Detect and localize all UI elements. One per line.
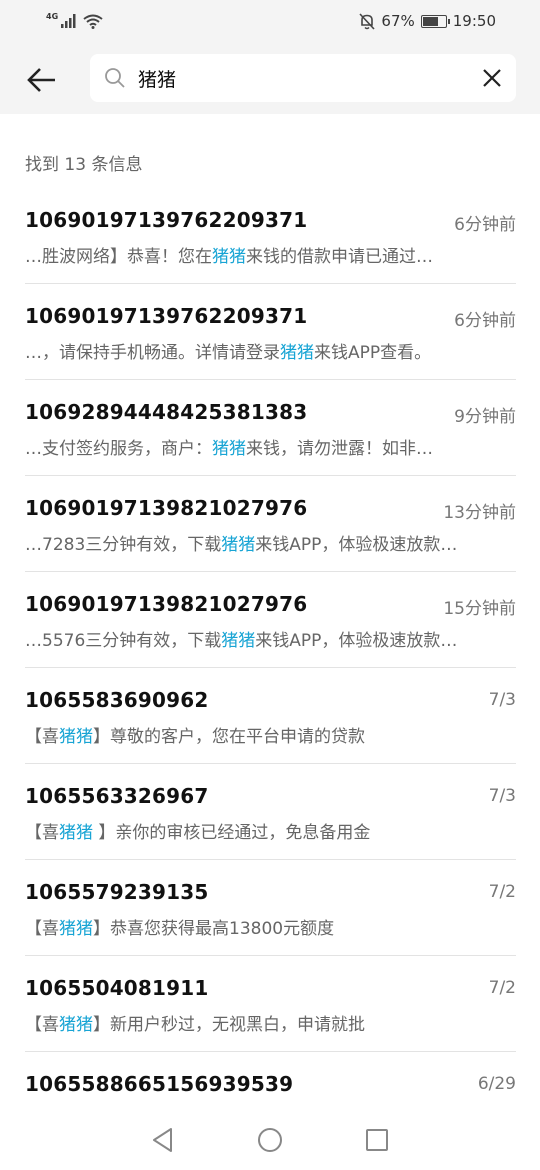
triangle-back-icon xyxy=(153,1128,173,1152)
list-item[interactable]: 1065504081911 7/2 【喜猪猪】新用户秒过，无视黑白，申请就批 xyxy=(25,956,516,1052)
list-item[interactable]: 1065583690962 7/3 【喜猪猪】尊敬的客户，您在平台申请的贷款 xyxy=(25,668,516,764)
signal-icon xyxy=(61,14,76,28)
sender-number: 1065579239135 xyxy=(25,880,209,904)
nav-back-button[interactable] xyxy=(148,1125,178,1155)
highlight-match: 猪猪 xyxy=(59,727,93,747)
battery-icon xyxy=(420,14,450,28)
message-time: 7/2 xyxy=(488,978,516,998)
status-right: 67% 19:50 xyxy=(359,12,496,30)
sender-number: 1065588665156939539 xyxy=(25,1072,294,1096)
message-preview: …胜波网络】恭喜！您在猪猪来钱的借款申请已通过… xyxy=(25,247,433,267)
message-time: 6分钟前 xyxy=(454,215,516,235)
list-item[interactable]: 1065579239135 7/2 【喜猪猪】恭喜您获得最高13800元额度 xyxy=(25,860,516,956)
message-time: 7/2 xyxy=(488,882,516,902)
message-time: 15分钟前 xyxy=(443,599,516,619)
navigation-bar xyxy=(0,1110,540,1170)
message-preview: …，请保持手机畅通。详情请登录猪猪来钱APP查看。 xyxy=(25,343,432,363)
nav-recent-button[interactable] xyxy=(362,1125,392,1155)
highlight-match: 猪猪 xyxy=(280,343,314,363)
arrow-left-icon xyxy=(27,68,55,92)
square-recent-icon xyxy=(365,1129,388,1151)
sender-number: 1065504081911 xyxy=(25,976,209,1000)
message-time: 7/3 xyxy=(488,786,516,806)
sender-number: 10690197139762209371 xyxy=(25,304,308,328)
message-time: 6/29 xyxy=(477,1074,516,1094)
result-count: 找到 13 条信息 xyxy=(25,155,143,175)
sender-number: 1065583690962 xyxy=(25,688,209,712)
message-preview: …7283三分钟有效，下载猪猪来钱APP，体验极速放款… xyxy=(25,535,458,555)
list-item[interactable]: 10690197139821027976 15分钟前 …5576三分钟有效，下载… xyxy=(25,572,516,668)
status-bar: 4G 67% 19:50 xyxy=(0,0,540,42)
sender-number: 1065563326967 xyxy=(25,784,209,808)
message-preview: …5576三分钟有效，下载猪猪来钱APP，体验极速放款… xyxy=(25,631,458,651)
nav-home-button[interactable] xyxy=(255,1125,285,1155)
circle-home-icon xyxy=(257,1128,282,1152)
list-item[interactable]: 10690197139821027976 13分钟前 …7283三分钟有效，下载… xyxy=(25,476,516,572)
message-preview: 【喜猪猪】尊敬的客户，您在平台申请的贷款 xyxy=(25,727,365,747)
message-preview: 【喜猪猪 】亲你的审核已经通过，免息备用金 xyxy=(25,823,371,843)
sender-number: 10690197139762209371 xyxy=(25,208,308,232)
message-time: 7/3 xyxy=(488,690,516,710)
highlight-match: 猪猪 xyxy=(59,823,93,843)
message-preview: 【喜猪猪】新用户秒过，无视黑白，申请就批 xyxy=(25,1015,365,1035)
highlight-match: 猪猪 xyxy=(221,535,256,555)
search-box[interactable] xyxy=(90,54,516,102)
search-header xyxy=(0,42,540,114)
sender-number: 10690197139821027976 xyxy=(25,496,308,520)
network-type: 4G xyxy=(46,11,59,21)
highlight-match: 猪猪 xyxy=(221,631,256,651)
message-preview: …支付签约服务，商户：猪猪来钱，请勿泄露！如非… xyxy=(25,439,433,459)
highlight-match: 猪猪 xyxy=(59,1015,93,1035)
highlight-match: 猪猪 xyxy=(212,247,246,267)
highlight-match: 猪猪 xyxy=(212,439,246,459)
message-time: 6分钟前 xyxy=(454,311,516,331)
wifi-icon xyxy=(83,14,103,29)
list-item[interactable]: 10690197139762209371 6分钟前 …，请保持手机畅通。详情请登… xyxy=(25,284,516,380)
message-time: 13分钟前 xyxy=(443,503,516,523)
sender-number: 10692894448425381383 xyxy=(25,400,308,424)
sender-number: 10690197139821027976 xyxy=(25,592,308,616)
list-item[interactable]: 10692894448425381383 9分钟前 …支付签约服务，商户：猪猪来… xyxy=(25,380,516,476)
search-input[interactable] xyxy=(138,62,458,94)
clock: 19:50 xyxy=(452,12,496,30)
message-preview: 【喜猪猪】恭喜您获得最高13800元额度 xyxy=(25,919,335,939)
back-button[interactable] xyxy=(22,60,62,100)
highlight-match: 猪猪 xyxy=(59,919,93,939)
search-icon xyxy=(105,68,125,88)
list-item[interactable]: 10690197139762209371 6分钟前 …胜波网络】恭喜！您在猪猪来… xyxy=(25,188,516,284)
battery-percent: 67% xyxy=(381,12,415,30)
message-time: 9分钟前 xyxy=(454,407,516,427)
close-icon[interactable] xyxy=(480,66,504,90)
message-list[interactable]: 10690197139762209371 6分钟前 …胜波网络】恭喜！您在猪猪来… xyxy=(25,188,516,1110)
list-item[interactable]: 1065563326967 7/3 【喜猪猪 】亲你的审核已经通过，免息备用金 xyxy=(25,764,516,860)
bell-muted-icon xyxy=(359,12,376,30)
status-left: 4G xyxy=(46,11,103,29)
list-item[interactable]: 1065588665156939539 6/29 【喜猪猪】 xyxy=(25,1052,516,1110)
